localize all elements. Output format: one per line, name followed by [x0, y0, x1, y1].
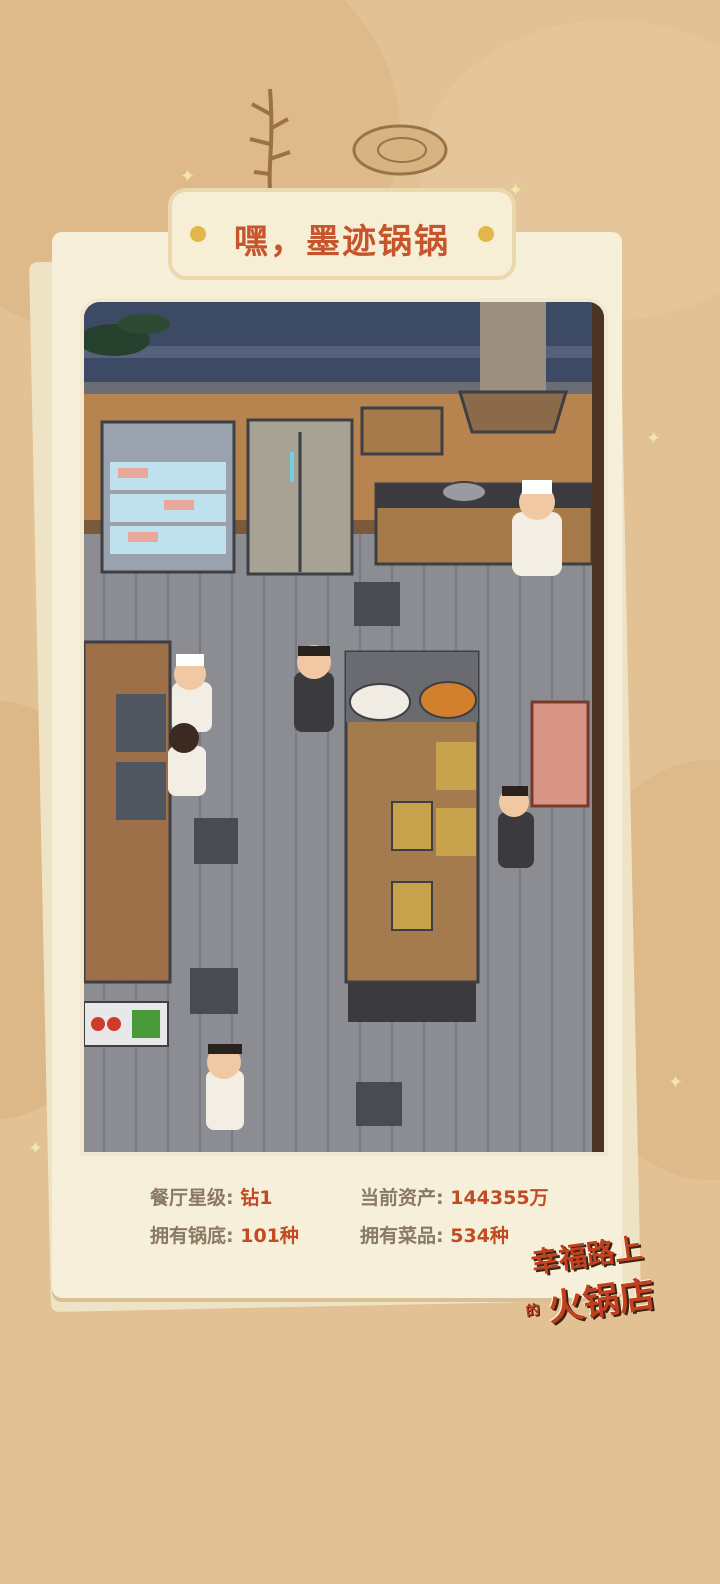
- kitchen-scene: [80, 298, 608, 1156]
- sparkle-icon: ✦: [668, 1072, 684, 1093]
- sparkle-icon: ✦: [646, 428, 662, 449]
- stat-value: 钻1: [240, 1187, 273, 1209]
- floor-drain: [194, 818, 238, 864]
- stat-label: 当前资产:: [360, 1187, 444, 1209]
- page-title: 嘿，墨迹锅锅: [234, 222, 450, 262]
- stat-value: 144355万: [450, 1187, 549, 1209]
- game-logo: 幸福路上 的 火锅店: [522, 1218, 684, 1338]
- stat-label: 拥有菜品:: [360, 1225, 444, 1247]
- floor-drain: [354, 582, 400, 626]
- stat-label: 餐厅星级:: [150, 1187, 234, 1209]
- floor-drain: [190, 968, 238, 1014]
- logo-de: 的: [524, 1302, 541, 1320]
- stat-assets: 当前资产: 144355万: [360, 1183, 549, 1210]
- stat-dishes: 拥有菜品: 534种: [360, 1221, 509, 1248]
- rug: [530, 700, 590, 808]
- serving-table: [344, 650, 480, 1022]
- title-dot-right: [478, 226, 494, 242]
- display-fridge: [100, 420, 236, 574]
- manager-character: [294, 645, 334, 732]
- seaweed-sketch-icon: [249, 88, 291, 190]
- chef-character: [206, 1044, 244, 1130]
- stat-hotpot-bases: 拥有锅底: 101种: [150, 1221, 299, 1248]
- kitchen-illustration: [84, 302, 604, 1152]
- stat-label: 拥有锅底:: [150, 1225, 234, 1247]
- sparkle-icon: ✦: [180, 166, 196, 187]
- floor-drain: [356, 1082, 402, 1126]
- stat-star-level: 餐厅星级: 钻1: [150, 1183, 272, 1210]
- stat-value: 101种: [240, 1225, 299, 1247]
- refrigerator: [246, 418, 354, 576]
- oyster-sketch-icon: [352, 124, 448, 176]
- sparkle-icon: ✦: [28, 1138, 44, 1159]
- stat-value: 534种: [450, 1225, 509, 1247]
- title-banner: 嘿，墨迹锅锅: [168, 188, 516, 280]
